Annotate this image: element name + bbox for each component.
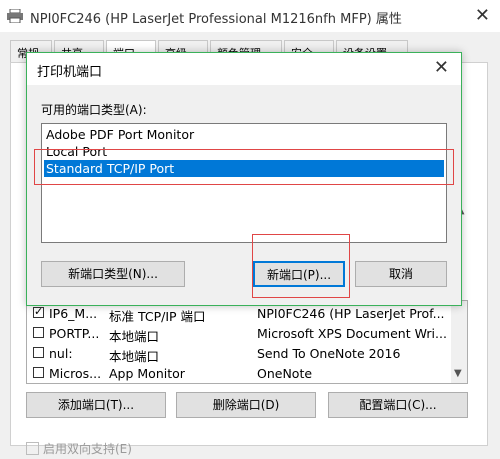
port-description: App Monitor [109,366,185,381]
cancel-button[interactable]: 取消 [355,261,447,287]
list-item[interactable]: Local Port [44,143,444,160]
port-printer: Send To OneNote 2016 [257,346,401,361]
list-item[interactable]: Adobe PDF Port Monitor [44,126,444,143]
configure-port-button[interactable]: 配置端口(C)... [328,392,468,418]
bidi-checkbox-box[interactable] [26,442,39,455]
port-checkbox[interactable] [33,327,44,338]
port-checkbox[interactable] [33,367,44,378]
properties-title-bar: NPI0FC246 (HP LaserJet Professional M121… [0,0,500,32]
ports-scrollbar[interactable]: ▼ [451,301,467,383]
close-icon[interactable]: ✕ [475,5,490,26]
port-printer: OneNote [257,366,313,381]
dialog-title-bar: 打印机端口 ✕ [27,53,461,85]
dialog-title: 打印机端口 [37,65,103,80]
printer-ports-dialog: 打印机端口 ✕ 可用的端口类型(A): Adobe PDF Port Monit… [26,52,462,306]
ports-list[interactable]: IP6_M... 标准 TCP/IP 端口 NPI0FC246 (HP Lase… [26,300,468,384]
table-row[interactable]: Micros... App Monitor OneNote [27,363,452,383]
port-types-list[interactable]: Adobe PDF Port Monitor Local Port Standa… [41,123,447,243]
port-printer: NPI0FC246 (HP LaserJet Prof... [257,306,445,321]
add-port-button[interactable]: 添加端口(T)... [26,392,166,418]
port-name: IP6_M... [49,306,98,321]
table-row[interactable]: PORTP... 本地端口 Microsoft XPS Document Wri… [27,323,452,344]
table-row[interactable]: IP6_M... 标准 TCP/IP 端口 NPI0FC246 (HP Lase… [27,303,452,324]
printer-icon [7,9,23,23]
bidi-support-checkbox[interactable]: 启用双向支持(E) [26,440,132,457]
scroll-down-icon[interactable]: ▼ [454,368,462,379]
list-item-selected[interactable]: Standard TCP/IP Port [44,160,444,177]
bidi-label: 启用双向支持(E) [43,442,132,456]
port-name: Micros... [49,366,102,381]
port-name: PORTP... [49,326,100,341]
port-name: nul: [49,346,73,361]
port-checkbox[interactable] [33,305,44,318]
port-printer: Microsoft XPS Document Wri... [257,326,447,341]
new-port-button[interactable]: 新端口(P)... [253,261,345,287]
properties-title: NPI0FC246 (HP LaserJet Professional M121… [30,12,402,27]
table-row[interactable]: nul: 本地端口 Send To OneNote 2016 [27,343,452,364]
dialog-close-icon[interactable]: ✕ [434,57,449,78]
port-types-label: 可用的端口类型(A): [41,103,147,117]
delete-port-button[interactable]: 删除端口(D) [176,392,316,418]
port-checkbox[interactable] [33,347,44,358]
new-port-type-button[interactable]: 新端口类型(N)... [41,261,185,287]
